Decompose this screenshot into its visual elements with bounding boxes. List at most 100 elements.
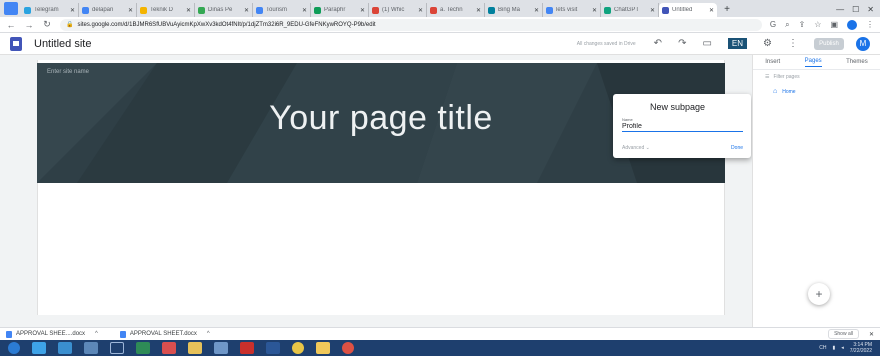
new-tab-button[interactable]: + <box>720 3 734 17</box>
browser-tab[interactable]: Untitled ✕ <box>659 3 717 17</box>
browser-tab[interactable]: lets visit ✕ <box>543 3 601 17</box>
browser-tab[interactable]: ChatGPT ✕ <box>601 3 659 17</box>
tab-themes[interactable]: Themes <box>846 59 868 65</box>
snipping-icon[interactable] <box>214 342 228 354</box>
chrome-icon[interactable] <box>292 342 304 354</box>
settings-icon[interactable]: ⚙ <box>763 38 772 49</box>
back-icon[interactable]: ← <box>6 20 16 30</box>
site-name-input[interactable]: Enter site name <box>47 69 89 75</box>
browser-tab[interactable]: Paraphr ✕ <box>311 3 369 17</box>
pdf-reader-icon[interactable] <box>240 342 254 354</box>
tab-close-icon[interactable]: ✕ <box>534 7 539 14</box>
download-item[interactable]: APPROVAL SHEE....docx ^ <box>6 330 98 338</box>
tab-label: Untitled <box>672 7 693 13</box>
browser-tab[interactable]: (1) Whic ✕ <box>369 3 427 17</box>
tab-favicon-icon <box>82 6 89 14</box>
volume-icon[interactable]: ◂ <box>841 345 844 351</box>
tab-pages[interactable]: Pages <box>804 58 822 67</box>
browser-tab[interactable]: Telegram ✕ <box>21 3 79 17</box>
chrome-active-icon[interactable] <box>342 342 354 354</box>
tab-close-icon[interactable]: ✕ <box>360 7 365 14</box>
media-player-icon[interactable] <box>58 342 72 354</box>
tab-close-icon[interactable]: ✕ <box>709 7 714 14</box>
tab-close-icon[interactable]: ✕ <box>128 7 133 14</box>
browser-tab-strip: Telegram ✕ delapan ✕ Teknik D ✕ Dinas Pe ✕ Touri… <box>0 0 880 17</box>
tab-favicon-icon <box>24 6 31 14</box>
windows-taskbar: CH ▮ ◂ 3:14 PM 7/22/2022 <box>0 340 880 356</box>
browser-tab[interactable]: Bing Ma ✕ <box>485 3 543 17</box>
language-indicator[interactable]: EN <box>727 38 748 49</box>
close-window-icon[interactable]: ✕ <box>867 5 874 14</box>
menu-dots-icon[interactable]: ⋮ <box>866 20 874 29</box>
system-tray: CH ▮ ◂ 3:14 PM 7/22/2022 <box>819 342 872 354</box>
browser-tab[interactable]: Dinas Pe ✕ <box>195 3 253 17</box>
ie-icon[interactable] <box>32 342 46 354</box>
preview-icon[interactable]: ▭ <box>702 38 711 49</box>
tab-favicon-icon <box>314 6 321 14</box>
sites-logo-icon[interactable] <box>10 36 22 51</box>
tab-close-icon[interactable]: ✕ <box>476 7 481 14</box>
folder-icon[interactable] <box>316 342 330 354</box>
bookmark-star-icon[interactable]: ☆ <box>814 20 821 29</box>
tab-favicon-icon <box>604 6 611 14</box>
tab-close-icon[interactable]: ✕ <box>186 7 191 14</box>
tab-close-icon[interactable]: ✕ <box>418 7 423 14</box>
browser-tab[interactable]: delapan ✕ <box>79 3 137 17</box>
filter-pages[interactable]: ☰ Filter pages <box>753 70 880 84</box>
start-button-icon[interactable] <box>8 342 20 354</box>
share-icon[interactable]: ⇪ <box>799 20 806 29</box>
chevron-up-icon[interactable]: ^ <box>207 331 210 337</box>
tab-close-icon[interactable]: ✕ <box>650 7 655 14</box>
avatar[interactable]: M <box>856 36 870 51</box>
tab-close-icon[interactable]: ✕ <box>592 7 597 14</box>
word-doc-icon <box>119 330 126 338</box>
advanced-toggle[interactable]: Advanced ⌄ <box>622 145 650 151</box>
redo-icon[interactable]: ↷ <box>678 38 686 49</box>
sidebar-icon[interactable]: ▣ <box>830 20 838 29</box>
tab-close-icon[interactable]: ✕ <box>70 7 75 14</box>
close-downloads-icon[interactable]: ✕ <box>869 331 874 338</box>
address-bar-icons: G ⌕ ⇪ ☆ ▣ ⋮ <box>770 19 874 30</box>
chevron-up-icon[interactable]: ^ <box>95 331 98 337</box>
more-options-icon[interactable]: ⋮ <box>788 38 798 49</box>
excel-icon[interactable] <box>136 342 150 354</box>
new-subpage-dialog: New subpage Name Advanced ⌄ Done <box>613 94 751 158</box>
show-all-button[interactable]: Show all <box>828 329 859 339</box>
page-item-home[interactable]: ⌂ Home <box>753 84 880 99</box>
download-filename: APPROVAL SHEE....docx <box>16 331 86 337</box>
language-indicator[interactable]: CH <box>819 345 826 351</box>
download-item[interactable]: APPROVAL SHEET.docx ^ <box>119 330 210 338</box>
tab-search-icon[interactable] <box>4 2 18 15</box>
zoom-icon[interactable]: ⌕ <box>785 20 789 30</box>
maximize-icon[interactable]: ☐ <box>852 5 859 14</box>
add-page-button[interactable]: + <box>808 283 830 305</box>
file-explorer-icon[interactable] <box>188 342 202 354</box>
tab-favicon-icon <box>198 6 205 14</box>
google-icon[interactable]: G <box>770 20 776 29</box>
tab-close-icon[interactable]: ✕ <box>302 7 307 14</box>
browser-tab[interactable]: a. Techn ✕ <box>427 3 485 17</box>
wallet-icon[interactable] <box>162 342 176 354</box>
tab-insert[interactable]: Insert <box>765 59 780 65</box>
undo-icon[interactable]: ↶ <box>654 38 662 49</box>
profile-icon[interactable] <box>847 19 857 30</box>
done-button[interactable]: Done <box>731 145 743 151</box>
app-icon[interactable] <box>84 342 98 354</box>
reload-icon[interactable]: ↻ <box>42 19 52 30</box>
tab-close-icon[interactable]: ✕ <box>244 7 249 14</box>
slash-app-icon[interactable] <box>110 342 124 354</box>
browser-tab[interactable]: Tourism ✕ <box>253 3 311 17</box>
minimize-icon[interactable]: — <box>836 5 844 14</box>
url-text: sites.google.com/d/1BJMR6SfUBVuAyicmKpXw… <box>77 21 376 28</box>
word-icon[interactable] <box>266 342 280 354</box>
forward-icon[interactable]: → <box>24 20 34 30</box>
network-icon[interactable]: ▮ <box>832 345 835 351</box>
subpage-name-input[interactable] <box>622 122 743 132</box>
tab-label: Telegram <box>34 7 59 13</box>
clock[interactable]: 3:14 PM 7/22/2022 <box>850 342 872 354</box>
publish-button[interactable]: Publish <box>814 37 844 50</box>
saved-status: All changes saved in Drive <box>576 40 636 47</box>
browser-tab[interactable]: Teknik D ✕ <box>137 3 195 17</box>
url-omnibox[interactable]: 🔒 sites.google.com/d/1BJMR6SfUBVuAyicmKp… <box>60 18 762 31</box>
site-title[interactable]: Untitled site <box>34 38 91 50</box>
